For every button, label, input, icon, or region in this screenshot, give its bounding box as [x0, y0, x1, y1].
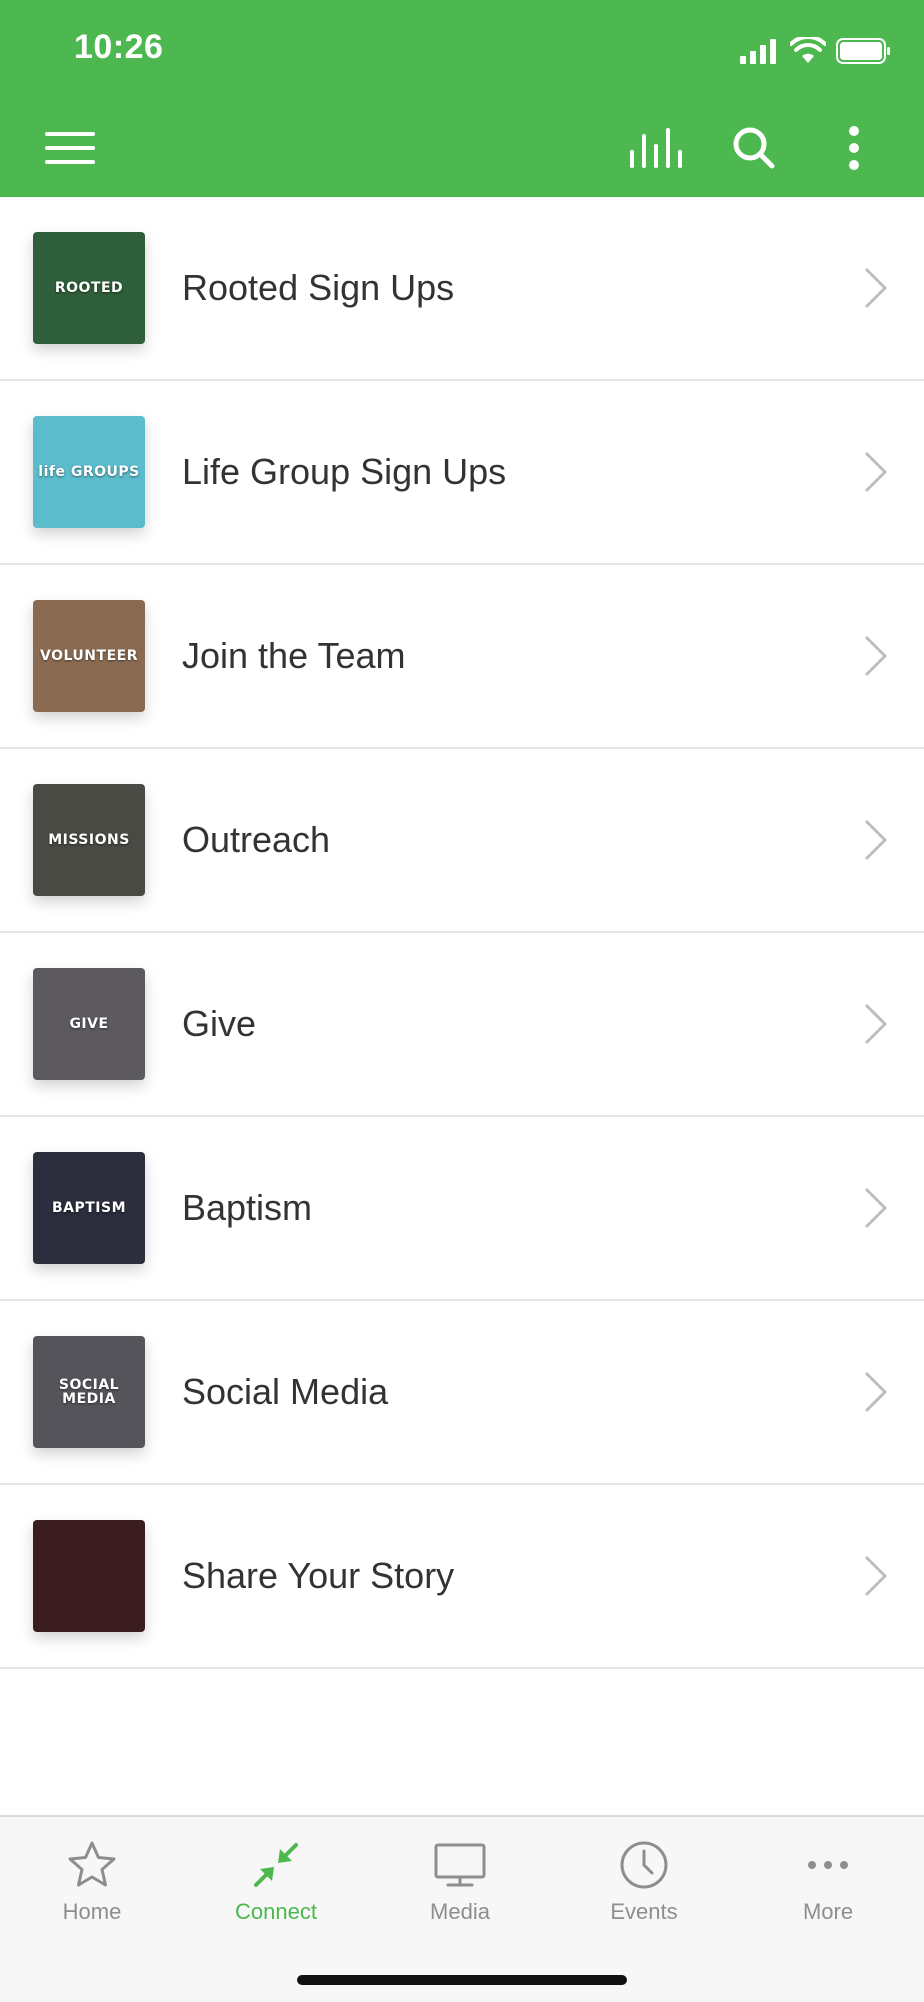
list-item-label: Baptism — [182, 1187, 313, 1228]
item-thumbnail — [33, 1520, 145, 1632]
thumbnail-caption: life GROUPS — [38, 464, 140, 480]
list-item-label: Share Your Story — [182, 1555, 455, 1596]
tab-media[interactable]: Media — [368, 1817, 552, 1947]
list-item[interactable]: BAPTISM Baptism — [0, 1117, 924, 1301]
tab-connect[interactable]: Connect — [184, 1817, 368, 1947]
chevron-right-icon — [865, 820, 887, 860]
stats-button[interactable] — [626, 118, 686, 178]
bottom-tab-bar: Home Connect Media Events More — [0, 1815, 924, 2002]
list-item[interactable]: VOLUNTEER Join the Team — [0, 565, 924, 749]
wifi-icon — [790, 37, 826, 63]
item-thumbnail: VOLUNTEER — [33, 600, 145, 712]
star-icon — [68, 1841, 116, 1887]
tab-label: Home — [62, 1899, 122, 1924]
chevron-right-icon — [865, 1004, 887, 1044]
thumbnail-caption: SOCIAL MEDIA — [58, 1377, 120, 1407]
item-thumbnail: ROOTED — [33, 232, 145, 344]
status-time: 10:26 — [74, 28, 164, 66]
item-thumbnail: BAPTISM — [33, 1152, 145, 1264]
tab-label: Connect — [235, 1899, 317, 1924]
thumbnail-caption: MISSIONS — [48, 832, 130, 848]
item-thumbnail: GIVE — [33, 968, 145, 1080]
list-item[interactable]: SOCIAL MEDIA Social Media — [0, 1301, 924, 1485]
item-thumbnail: life GROUPS — [33, 416, 145, 528]
list-item-label: Give — [182, 1003, 257, 1044]
thumbnail-caption: ROOTED — [54, 280, 124, 296]
chevron-right-icon — [865, 1188, 887, 1228]
chevron-right-icon — [865, 268, 887, 308]
list-item-label: Join the Team — [182, 635, 406, 676]
more-options-button[interactable] — [824, 118, 884, 178]
status-icons — [740, 34, 892, 68]
app-header: 10:26 — [0, 0, 924, 197]
list-item-label: Outreach — [182, 819, 331, 860]
chevron-right-icon — [865, 452, 887, 492]
connect-list: ROOTED Rooted Sign Ups life GROUPS Life … — [0, 197, 924, 1669]
thumbnail-caption: GIVE — [69, 1016, 109, 1032]
thumbnail-caption: BAPTISM — [51, 1200, 127, 1216]
list-item-label: Social Media — [182, 1371, 389, 1412]
item-thumbnail: SOCIAL MEDIA — [33, 1336, 145, 1448]
list-item[interactable]: ROOTED Rooted Sign Ups — [0, 197, 924, 381]
more-vertical-icon — [849, 126, 859, 170]
chevron-right-icon — [865, 1556, 887, 1596]
tab-events[interactable]: Events — [552, 1817, 736, 1947]
connect-arrows-icon — [254, 1843, 298, 1887]
tab-more[interactable]: More — [736, 1817, 920, 1947]
battery-icon — [836, 38, 890, 64]
monitor-icon — [434, 1843, 486, 1887]
list-item[interactable]: GIVE Give — [0, 933, 924, 1117]
hamburger-menu-icon — [45, 132, 95, 164]
list-item-label: Life Group Sign Ups — [182, 451, 507, 492]
chevron-right-icon — [865, 1372, 887, 1412]
chevron-right-icon — [865, 636, 887, 676]
tab-label: More — [802, 1899, 854, 1924]
tab-label: Media — [430, 1899, 490, 1924]
cellular-signal-icon — [740, 39, 776, 64]
bar-chart-icon — [630, 128, 682, 168]
tab-home[interactable]: Home — [0, 1817, 184, 1947]
list-item[interactable]: Share Your Story — [0, 1485, 924, 1669]
thumbnail-caption: VOLUNTEER — [40, 648, 138, 664]
list-item-label: Rooted Sign Ups — [182, 267, 455, 308]
home-indicator — [297, 1975, 627, 1985]
clock-icon — [620, 1841, 668, 1889]
more-horizontal-icon — [808, 1861, 848, 1869]
search-button[interactable] — [724, 118, 784, 178]
menu-button[interactable] — [40, 118, 100, 178]
item-thumbnail: MISSIONS — [33, 784, 145, 896]
search-icon — [733, 127, 775, 169]
list-item[interactable]: life GROUPS Life Group Sign Ups — [0, 381, 924, 565]
tab-label: Events — [610, 1899, 678, 1924]
list-item[interactable]: MISSIONS Outreach — [0, 749, 924, 933]
